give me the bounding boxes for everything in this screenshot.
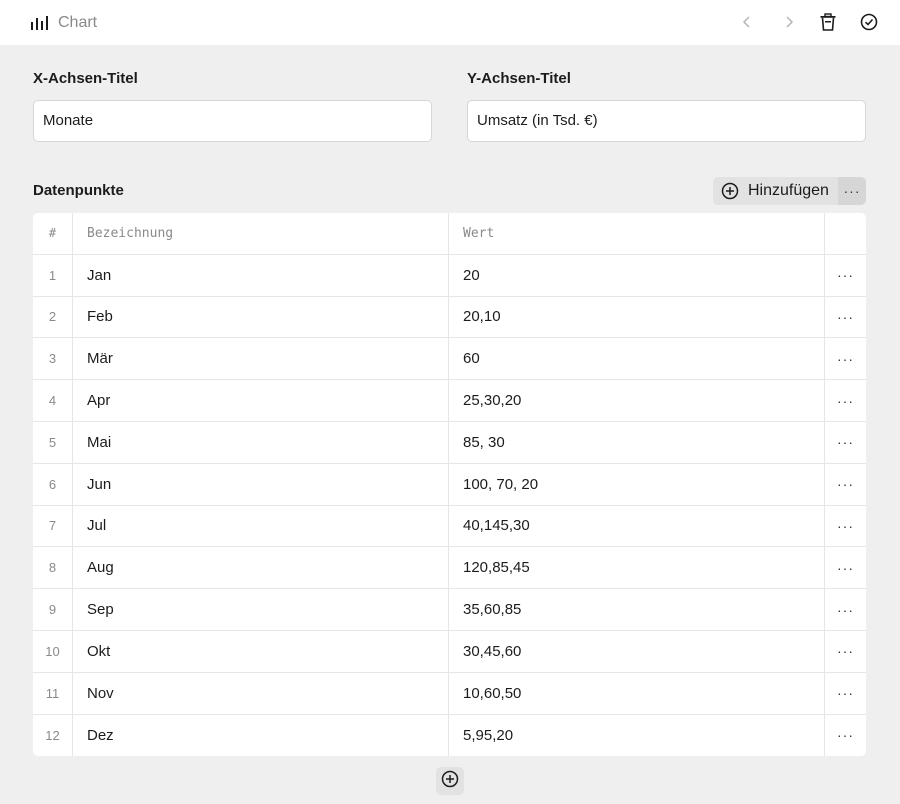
- row-more-button[interactable]: ···: [825, 589, 866, 630]
- row-number: 7: [33, 505, 73, 547]
- row-value-cell[interactable]: 30,45,60: [449, 630, 825, 672]
- add-row-button[interactable]: [436, 767, 464, 795]
- row-value-cell[interactable]: 20,10: [449, 296, 825, 338]
- table-header-row: # Bezeichnung Wert: [33, 213, 866, 255]
- row-label-cell[interactable]: Jul: [73, 505, 449, 547]
- trash-icon[interactable]: [818, 12, 838, 32]
- row-number: 4: [33, 380, 73, 421]
- row-number: 8: [33, 547, 73, 589]
- column-header-actions: [825, 213, 866, 254]
- row-value-cell[interactable]: 10,60,50: [449, 672, 825, 714]
- row-value-cell[interactable]: 85, 30: [449, 421, 825, 463]
- row-number: 3: [33, 338, 73, 380]
- row-number: 10: [33, 630, 73, 672]
- datapoints-heading: Datenpunkte: [33, 182, 124, 199]
- row-more-button[interactable]: ···: [825, 673, 866, 714]
- table-row: 5 Mai 85, 30 ···: [33, 421, 866, 464]
- row-more-button[interactable]: ···: [825, 547, 866, 588]
- column-header-label: Bezeichnung: [73, 213, 449, 254]
- top-bar: Chart: [0, 0, 900, 45]
- chevron-right-icon[interactable]: [779, 12, 799, 32]
- row-value-cell[interactable]: 120,85,45: [449, 547, 825, 589]
- table-row: 9 Sep 35,60,85 ···: [33, 589, 866, 631]
- row-value-cell[interactable]: 25,30,20: [449, 380, 825, 421]
- row-label-cell[interactable]: Mär: [73, 338, 449, 380]
- add-datapoint-button[interactable]: Hinzufügen: [713, 177, 838, 205]
- table-row: 10 Okt 30,45,60 ···: [33, 630, 866, 673]
- row-label-cell[interactable]: Apr: [73, 380, 449, 421]
- row-more-button[interactable]: ···: [825, 338, 866, 379]
- y-axis-title-input[interactable]: Umsatz (in Tsd. €): [467, 100, 866, 142]
- row-value-cell[interactable]: 35,60,85: [449, 589, 825, 630]
- row-label-cell[interactable]: Nov: [73, 672, 449, 714]
- row-label-cell[interactable]: Mai: [73, 421, 449, 463]
- row-label-cell[interactable]: Sep: [73, 589, 449, 630]
- row-number: 12: [33, 714, 73, 757]
- check-circle-icon[interactable]: [859, 12, 879, 32]
- row-number: 9: [33, 589, 73, 630]
- row-more-button[interactable]: ···: [825, 255, 866, 296]
- row-number: 5: [33, 421, 73, 463]
- row-number: 2: [33, 296, 73, 338]
- row-value-cell[interactable]: 60: [449, 338, 825, 380]
- table-row: 6 Jun 100, 70, 20 ···: [33, 463, 866, 506]
- table-row: 11 Nov 10,60,50 ···: [33, 672, 866, 715]
- row-label-cell[interactable]: Feb: [73, 296, 449, 338]
- chevron-left-icon[interactable]: [737, 12, 757, 32]
- row-number: 11: [33, 672, 73, 714]
- app-title: Chart: [58, 13, 98, 31]
- table-row: 4 Apr 25,30,20 ···: [33, 380, 866, 422]
- row-label-cell[interactable]: Jan: [73, 254, 449, 296]
- row-more-button[interactable]: ···: [825, 715, 866, 757]
- row-more-button[interactable]: ···: [825, 380, 866, 421]
- row-value-cell[interactable]: 20: [449, 254, 825, 296]
- row-value-cell[interactable]: 100, 70, 20: [449, 463, 825, 505]
- y-axis-title-label: Y-Achsen-Titel: [467, 70, 571, 87]
- title-area: Chart: [30, 14, 97, 32]
- bar-chart-icon: [30, 15, 48, 31]
- column-header-value: Wert: [449, 213, 825, 254]
- row-more-button[interactable]: ···: [825, 297, 866, 338]
- row-label-cell[interactable]: Jun: [73, 463, 449, 505]
- x-axis-title-label: X-Achsen-Titel: [33, 70, 138, 87]
- table-row: 12 Dez 5,95,20 ···: [33, 714, 866, 757]
- plus-circle-icon: [721, 182, 739, 200]
- row-number: 1: [33, 254, 73, 296]
- row-more-button[interactable]: ···: [825, 506, 866, 547]
- row-label-cell[interactable]: Okt: [73, 630, 449, 672]
- row-more-button[interactable]: ···: [825, 422, 866, 463]
- row-value-cell[interactable]: 40,145,30: [449, 505, 825, 547]
- more-options-button[interactable]: ···: [838, 177, 866, 205]
- row-more-button[interactable]: ···: [825, 631, 866, 672]
- row-label-cell[interactable]: Aug: [73, 547, 449, 589]
- table-row: 3 Mär 60 ···: [33, 338, 866, 381]
- row-label-cell[interactable]: Dez: [73, 714, 449, 757]
- add-datapoint-label: Hinzufügen: [748, 182, 829, 199]
- x-axis-title-input[interactable]: Monate: [33, 100, 432, 142]
- row-more-button[interactable]: ···: [825, 464, 866, 505]
- table-row: 2 Feb 20,10 ···: [33, 296, 866, 339]
- row-value-cell[interactable]: 5,95,20: [449, 714, 825, 757]
- row-number: 6: [33, 463, 73, 505]
- table-row: 8 Aug 120,85,45 ···: [33, 547, 866, 590]
- table-row: 7 Jul 40,145,30 ···: [33, 505, 866, 548]
- plus-circle-icon: [441, 770, 459, 793]
- column-header-number: #: [33, 213, 73, 254]
- datapoints-table: # Bezeichnung Wert 1 Jan 20 ··· 2 Feb 20,10 ···…: [33, 213, 866, 757]
- table-row: 1 Jan 20 ···: [33, 254, 866, 297]
